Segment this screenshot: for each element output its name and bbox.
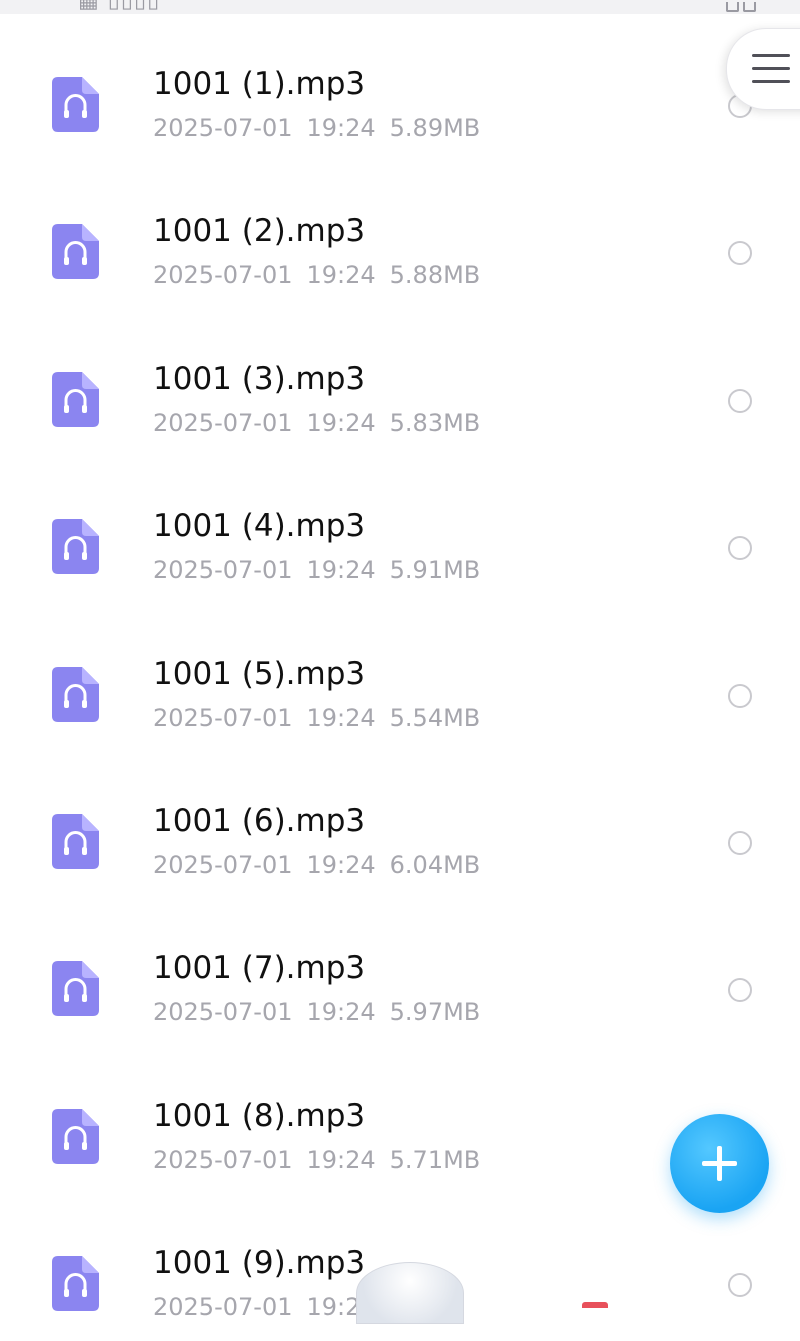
select-radio[interactable] [728,1273,752,1298]
file-name: 1001 (3).mp3 [153,360,366,397]
file-size: 5.91MB [389,556,481,585]
audio-file-icon [52,1108,99,1164]
view-toggle-icon[interactable] [726,2,756,14]
select-radio[interactable] [728,388,752,413]
file-meta: 2025-07-01 19:24 5.54MB [153,702,480,734]
file-date: 2025-07-01 [153,850,293,879]
floating-assistant-bubble[interactable] [356,1262,464,1324]
notification-dot [582,1302,608,1308]
file-meta: 2025-07-01 19:24 5.88MB [153,259,480,291]
select-radio[interactable] [728,536,752,561]
file-size: 5.97MB [389,998,481,1027]
file-size: 6.04MB [389,850,481,879]
audio-file-icon [52,1256,99,1312]
file-name: 1001 (7).mp3 [153,950,366,987]
file-meta: 2025-07-01 19:24 5.97MB [153,996,480,1028]
file-size: 5.54MB [389,703,481,732]
select-radio[interactable] [728,241,752,266]
file-list-item[interactable]: 1001 (2).mp3 2025-07-01 19:24 5.88MB [0,161,800,308]
audio-file-icon [52,371,99,427]
file-meta: 2025-07-01 19:24 5.83MB [153,407,480,439]
file-date: 2025-07-01 [153,998,293,1027]
file-date: 2025-07-01 [153,261,293,290]
select-radio[interactable] [728,683,752,708]
file-time: 19:24 [306,703,376,732]
file-date: 2025-07-01 [153,408,293,437]
audio-file-icon [52,77,99,132]
file-time: 19:24 [306,261,376,290]
file-date: 2025-07-01 [153,556,293,585]
audio-file-icon [52,961,99,1017]
file-meta: 2025-07-01 19:24 5.89MB [153,112,480,144]
file-meta: 2025-07-01 19:24 6.04MB [153,849,480,881]
file-list-item[interactable]: 1001 (7).mp3 2025-07-01 19:24 5.97MB [0,898,800,1045]
top-toolbar-partial: ▦ ▯▯▯▯ [0,0,800,14]
file-list-item[interactable]: 1001 (5).mp3 2025-07-01 19:24 5.54MB [0,604,800,751]
file-size: 5.71MB [389,1145,481,1174]
audio-file-icon [52,519,99,575]
select-radio[interactable] [728,830,752,855]
file-list-item[interactable]: 1001 (6).mp3 2025-07-01 19:24 6.04MB [0,751,800,898]
file-name: 1001 (1).mp3 [153,66,366,102]
file-meta: 2025-07-01 19:24 [153,1291,390,1323]
file-size: 5.88MB [389,261,481,290]
file-date: 2025-07-01 [153,1145,293,1174]
file-time: 19:24 [306,408,376,437]
audio-file-icon [52,666,99,722]
file-date: 2025-07-01 [153,1293,293,1322]
file-name: 1001 (2).mp3 [153,213,366,250]
audio-file-icon [52,224,99,280]
file-time: 19:24 [306,1145,376,1174]
file-date: 2025-07-01 [153,703,293,732]
file-list-item[interactable]: 1001 (3).mp3 2025-07-01 19:24 5.83MB [0,309,800,456]
file-list-item[interactable]: 1001 (1).mp3 2025-07-01 19:24 5.89MB [0,14,800,161]
select-radio[interactable] [728,978,752,1003]
file-meta: 2025-07-01 19:24 5.91MB [153,554,480,586]
menu-drawer-button[interactable] [726,28,800,110]
add-button[interactable] [670,1114,769,1213]
file-time: 19:24 [306,998,376,1027]
file-name: 1001 (8).mp3 [153,1097,366,1134]
audio-file-icon [52,813,99,869]
file-name: 1001 (9).mp3 [153,1245,366,1282]
file-list-item[interactable]: 1001 (4).mp3 2025-07-01 19:24 5.91MB [0,456,800,603]
file-time: 19:24 [306,850,376,879]
file-size: 5.89MB [389,114,481,142]
file-size: 5.83MB [389,408,481,437]
sort-label-partial: ▦ ▯▯▯▯ [78,0,161,13]
file-name: 1001 (5).mp3 [153,655,366,692]
file-time: 19:24 [306,556,376,585]
file-name: 1001 (4).mp3 [153,508,366,545]
file-meta: 2025-07-01 19:24 5.71MB [153,1144,480,1176]
file-date: 2025-07-01 [153,114,293,142]
file-time: 19:24 [306,114,376,142]
file-name: 1001 (6).mp3 [153,802,366,839]
hamburger-menu-icon [752,54,790,84]
